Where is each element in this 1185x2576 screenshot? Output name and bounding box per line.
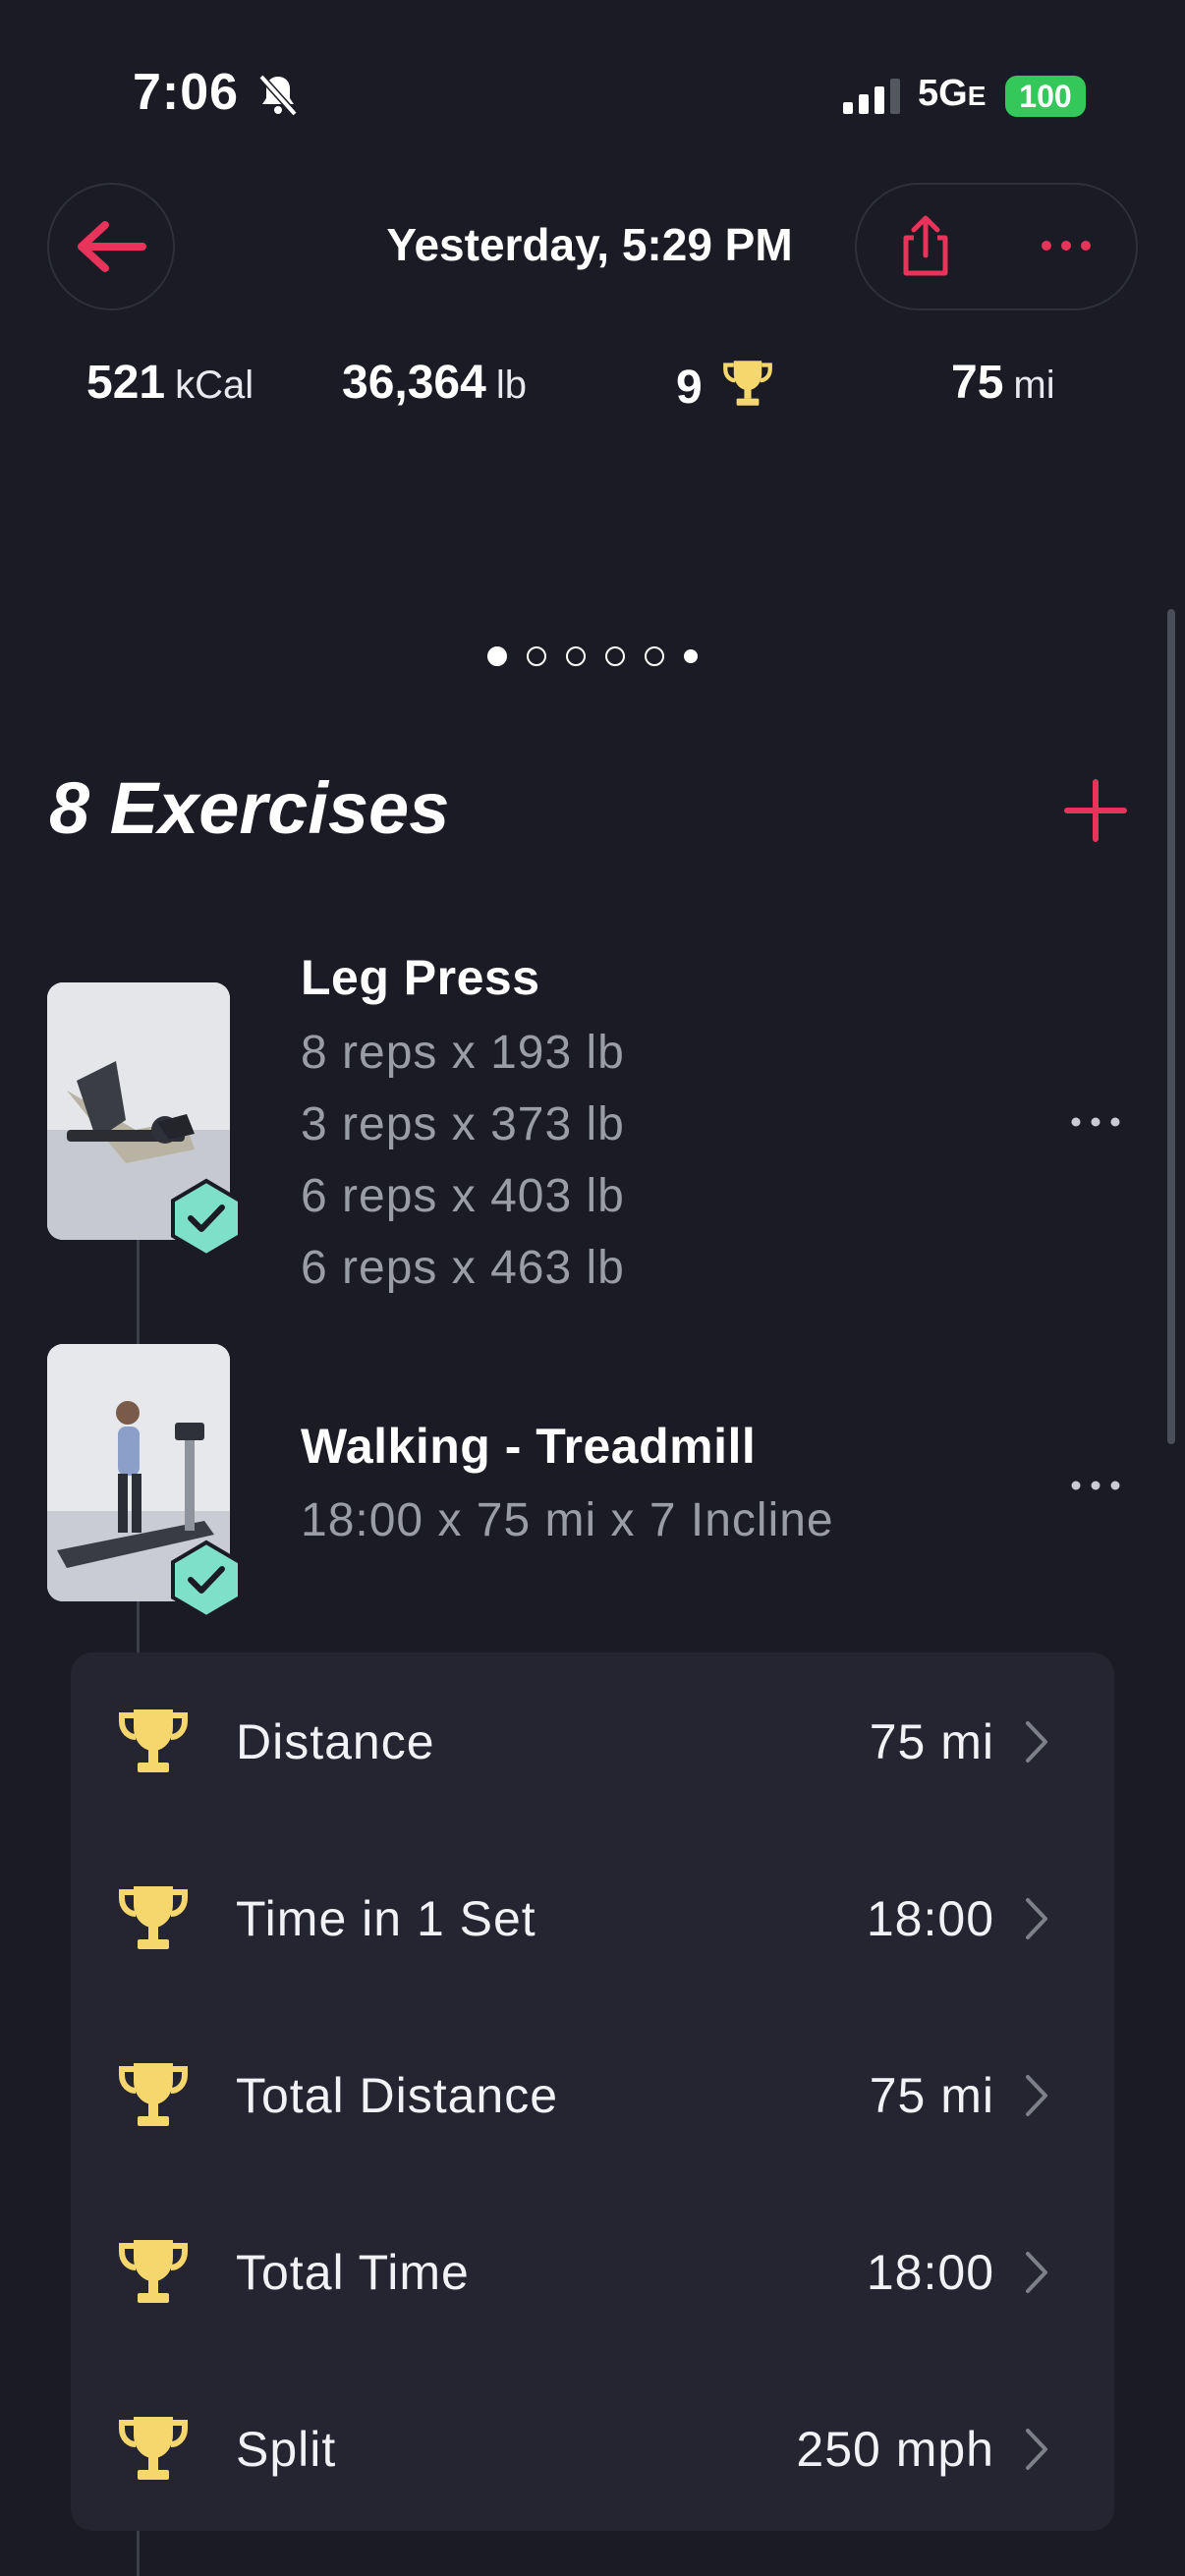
- page-dot[interactable]: [527, 646, 546, 666]
- stat-calories: 521 kCal: [86, 357, 254, 409]
- exercise-set: 8 reps x 193 lb: [301, 1027, 625, 1079]
- more-dots-icon: [1042, 241, 1091, 251]
- exercises-title: 8 Exercises: [49, 767, 450, 849]
- record-value: 18:00: [866, 2245, 994, 2300]
- trophy-icon: [119, 1886, 188, 1949]
- stat-distance: 75 mi: [951, 357, 1055, 409]
- arrow-left-icon: [78, 221, 146, 272]
- record-row-split[interactable]: Split 250 mph: [71, 2360, 1114, 2537]
- page-dot[interactable]: [605, 646, 625, 666]
- chevron-right-icon: [1026, 2252, 1047, 2293]
- record-row-time-in-1-set[interactable]: Time in 1 Set 18:00: [71, 1829, 1114, 2006]
- network-type: 5GE: [918, 73, 987, 114]
- exercise-name[interactable]: Leg Press: [301, 949, 540, 1006]
- add-exercise-button[interactable]: [1061, 776, 1130, 845]
- trophy-icon: [723, 361, 772, 406]
- completed-check-icon: [171, 1178, 242, 1259]
- stat-records: 9: [676, 356, 774, 415]
- exercise-set: 18:00 x 75 mi x 7 Incline: [301, 1494, 834, 1546]
- page-dot[interactable]: [566, 646, 586, 666]
- record-value: 18:00: [866, 1891, 994, 1946]
- page-indicator[interactable]: [0, 646, 1185, 666]
- record-value: 250 mph: [796, 2422, 994, 2477]
- exercise-set: 3 reps x 373 lb: [301, 1098, 625, 1150]
- stat-volume: 36,364 lb: [342, 357, 527, 409]
- record-row-total-time[interactable]: Total Time 18:00: [71, 2183, 1114, 2360]
- record-label: Total Time: [236, 2245, 470, 2300]
- share-icon: [903, 215, 948, 276]
- page-dot-active[interactable]: [487, 646, 507, 666]
- trophy-icon: [119, 2063, 188, 2126]
- chevron-right-icon: [1026, 1898, 1047, 1939]
- record-value: 75 mi: [869, 1714, 994, 1769]
- exercise-name[interactable]: Walking - Treadmill: [301, 1418, 756, 1475]
- trophy-icon: [119, 1709, 188, 1772]
- battery-indicator: 100: [1005, 76, 1086, 117]
- bell-muted-icon: [258, 74, 298, 117]
- scrollbar[interactable]: [1167, 609, 1175, 1444]
- exercise-set: 6 reps x 403 lb: [301, 1170, 625, 1222]
- exercise-set: 6 reps x 463 lb: [301, 1242, 625, 1294]
- page-dot[interactable]: [684, 649, 698, 663]
- record-label: Time in 1 Set: [236, 1891, 536, 1946]
- record-label: Total Distance: [236, 2068, 559, 2123]
- trophy-icon: [119, 2417, 188, 2480]
- chevron-right-icon: [1026, 2429, 1047, 2470]
- exercise-more-button[interactable]: [1061, 1102, 1130, 1142]
- more-options-button[interactable]: [1022, 204, 1110, 287]
- completed-check-icon: [171, 1540, 242, 1620]
- more-dots-icon: [1071, 1481, 1120, 1490]
- chevron-right-icon: [1026, 1721, 1047, 1763]
- chevron-right-icon: [1026, 2075, 1047, 2116]
- back-button[interactable]: [47, 183, 175, 310]
- more-dots-icon: [1071, 1117, 1120, 1127]
- trophy-icon: [119, 2240, 188, 2303]
- record-row-distance[interactable]: Distance 75 mi: [71, 1652, 1114, 1829]
- page-dot[interactable]: [645, 646, 664, 666]
- record-row-total-distance[interactable]: Total Distance 75 mi: [71, 2006, 1114, 2183]
- record-label: Split: [236, 2422, 337, 2477]
- page-title: Yesterday, 5:29 PM: [386, 219, 793, 270]
- record-label: Distance: [236, 1714, 435, 1769]
- record-value: 75 mi: [869, 2068, 994, 2123]
- cellular-signal-icon: [843, 79, 900, 114]
- share-button[interactable]: [884, 204, 967, 287]
- status-time: 7:06: [133, 64, 240, 121]
- battery-cap: [1080, 88, 1086, 104]
- exercise-more-button[interactable]: [1061, 1466, 1130, 1505]
